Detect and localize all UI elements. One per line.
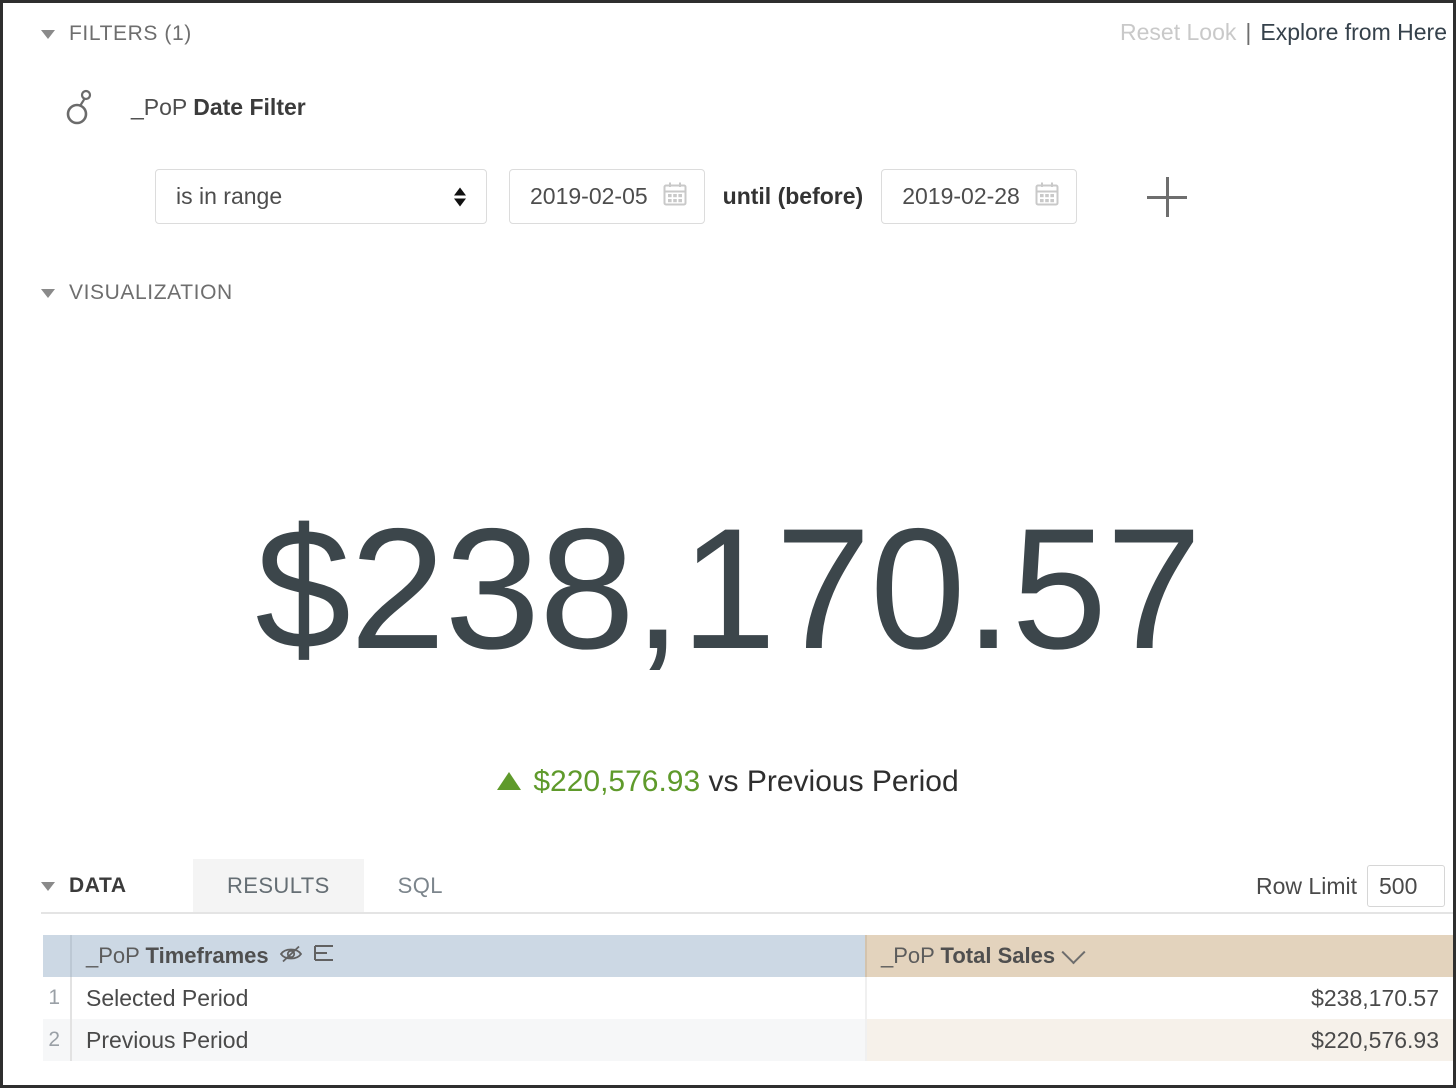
filter-end-date-value: 2019-02-28	[902, 183, 1020, 209]
comparison-suffix: vs Previous Period	[708, 765, 959, 798]
data-toggle[interactable]: DATA	[41, 859, 127, 913]
calendar-icon[interactable]	[1034, 181, 1060, 212]
cell-timeframe: Selected Period	[70, 977, 866, 1019]
table-header-row: _PoP Timeframes _PoP Total Sales	[43, 935, 1453, 977]
row-limit-group: Row Limit 500	[1256, 859, 1445, 913]
column-header-total-sales[interactable]: _PoP Total Sales	[865, 935, 1453, 977]
filter-operator-value: is in range	[176, 183, 283, 209]
sort-updown-icon	[454, 187, 466, 206]
reset-look-link[interactable]: Reset Look	[1120, 19, 1236, 45]
explore-from-here-link[interactable]: Explore from Here	[1260, 19, 1447, 45]
filter-field-prefix: _PoP	[131, 93, 187, 120]
tab-results[interactable]: RESULTS	[193, 859, 364, 913]
filter-field-label: _PoP Date Filter	[131, 94, 306, 121]
row-limit-label: Row Limit	[1256, 872, 1357, 899]
filters-label: FILTERS (1)	[69, 22, 192, 45]
chevron-down-icon	[41, 881, 55, 891]
filters-section-header: FILTERS (1) Reset Look | Explore from Here	[3, 3, 1453, 65]
row-number: 1	[43, 977, 71, 1019]
cell-timeframe: Previous Period	[70, 1019, 866, 1061]
until-before-label: until (before)	[722, 183, 864, 209]
column-header-timeframes[interactable]: _PoP Timeframes	[70, 935, 866, 977]
eye-slash-icon[interactable]	[279, 943, 303, 969]
data-tabs: RESULTS SQL	[193, 859, 477, 913]
chevron-down-icon	[41, 288, 55, 298]
cell-total-sales: $220,576.93	[865, 1019, 1453, 1061]
single-value-metric: $238,170.57	[255, 493, 1202, 685]
filters-toggle[interactable]: FILTERS (1)	[41, 22, 192, 46]
table-row[interactable]: 2 Previous Period $220,576.93	[43, 1019, 1453, 1061]
visualization-label: VISUALIZATION	[69, 281, 233, 304]
cell-total-sales: $238,170.57	[865, 977, 1453, 1019]
filter-operator-select[interactable]: is in range	[155, 169, 487, 224]
visualization-section-header[interactable]: VISUALIZATION	[41, 281, 233, 305]
data-section-bar: DATA RESULTS SQL	[3, 859, 1453, 913]
comparison-line: $220,576.93 vs Previous Period	[3, 765, 1453, 799]
filter-controls: is in range 2019-02-05 until (before) 20…	[155, 169, 1187, 224]
filter-start-date-value: 2019-02-05	[530, 183, 648, 209]
row-limit-input[interactable]: 500	[1367, 865, 1445, 907]
row-number: 2	[43, 1019, 71, 1061]
look-panel: FILTERS (1) Reset Look | Explore from Here…	[0, 0, 1456, 1088]
chevron-down-icon	[41, 29, 55, 39]
column-header-total-sales-text: _PoP Total Sales	[881, 943, 1056, 968]
data-label: DATA	[69, 874, 127, 897]
filter-field-row: _PoP Date Filter	[65, 87, 306, 127]
row-number-header	[43, 935, 71, 977]
comparison-value: $220,576.93	[533, 765, 701, 798]
tab-sql[interactable]: SQL	[364, 859, 477, 913]
plus-icon[interactable]	[1146, 176, 1187, 217]
data-bar-divider	[41, 912, 1453, 914]
table-row[interactable]: 1 Selected Period $238,170.57	[43, 977, 1453, 1019]
filter-field-name-text: Date Filter	[193, 93, 306, 120]
column-header-timeframes-text: _PoP Timeframes	[86, 943, 269, 968]
results-table: _PoP Timeframes _PoP Total Sales 1 Selec…	[43, 935, 1453, 1061]
calendar-icon[interactable]	[662, 181, 688, 212]
filter-end-date-field[interactable]: 2019-02-28	[881, 169, 1077, 224]
header-actions: Reset Look | Explore from Here	[1120, 19, 1447, 46]
filter-start-date-field[interactable]: 2019-02-05	[509, 169, 705, 224]
chevron-down-icon[interactable]	[1061, 939, 1086, 964]
link-separator: |	[1245, 19, 1252, 45]
triangle-up-icon	[497, 772, 522, 790]
filter-lines-icon[interactable]	[313, 943, 335, 969]
dimension-filter-icon	[65, 87, 93, 127]
